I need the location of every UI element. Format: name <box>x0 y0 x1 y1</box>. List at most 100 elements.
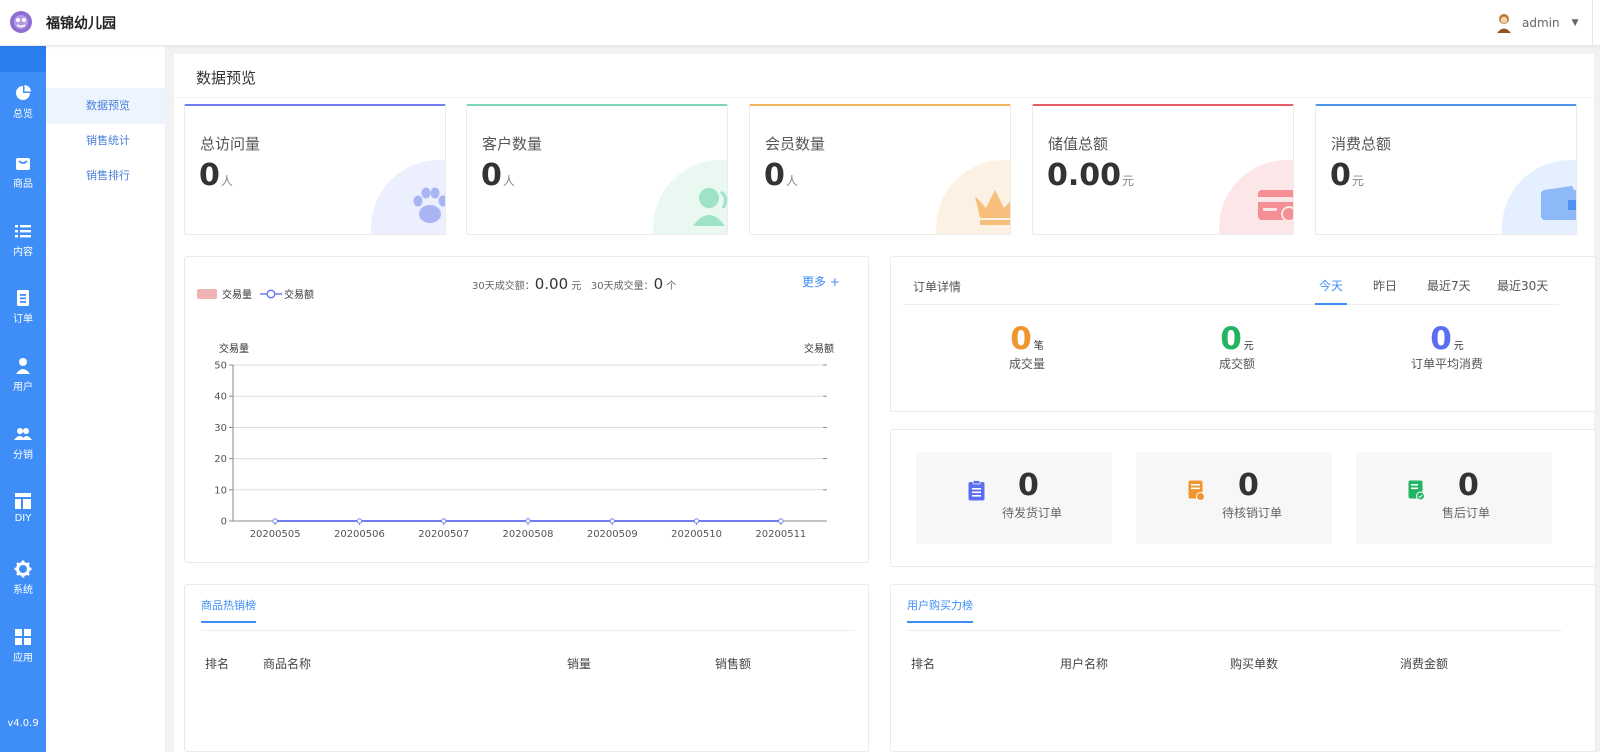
stat-label: 客户数量 <box>482 135 543 153</box>
pie-chart-icon <box>16 85 31 100</box>
version-label: v4.0.9 <box>7 718 39 729</box>
pending-shipment-box[interactable]: 0 待发货订单 <box>916 452 1112 544</box>
sidebar-item-label: 分销 <box>13 450 33 461</box>
stat-card-stored-value: 储值总额 0.00元 <box>1032 104 1294 235</box>
point-amount <box>441 518 447 524</box>
legend-swatch-volume <box>197 288 217 299</box>
pending-label: 待核销订单 <box>1222 506 1283 520</box>
y-tick-label: 10 <box>214 485 227 496</box>
stat-value: 0人 <box>764 158 798 193</box>
column-header-order-count: 购买单数 <box>1230 657 1279 671</box>
sidebar-item-label: 订单 <box>13 314 33 325</box>
sidebar-item-content[interactable]: 内容 <box>0 222 46 278</box>
x-tick-label: 20200510 <box>671 529 722 540</box>
pending-label: 售后订单 <box>1442 506 1491 520</box>
stat-value: 0人 <box>199 158 233 193</box>
sidebar-item-label: 内容 <box>13 247 33 258</box>
page-header: 数据预览 <box>174 54 1594 98</box>
sidebar-item-label: 系统 <box>13 585 33 596</box>
page-title: 数据预览 <box>196 69 257 87</box>
username: admin <box>1522 16 1560 30</box>
sidebar-item-users[interactable]: 用户 <box>0 357 46 413</box>
sidebar-item-distribution[interactable]: 分销 <box>0 425 46 481</box>
y-tick-label: 50 <box>214 361 227 372</box>
stat-value: 0元 <box>1330 158 1364 193</box>
pending-value: 0 <box>1018 468 1039 503</box>
pending-value: 0 <box>1458 468 1479 503</box>
y-tick-label: 20 <box>214 454 227 465</box>
legend-swatch-amount <box>260 288 282 299</box>
metric-average-order: 0元 订单平均消费 <box>1410 321 1483 371</box>
y-tick-label: 40 <box>214 392 227 403</box>
pending-verification-box[interactable]: 0 待核销订单 <box>1136 452 1332 544</box>
user-menu[interactable]: admin ▼ <box>1494 10 1579 36</box>
paw-icon <box>413 187 445 223</box>
column-header-sales-amount: 销售额 <box>715 657 752 671</box>
app-title: 福锦幼儿园 <box>46 16 116 32</box>
stat-label: 储值总额 <box>1048 135 1109 153</box>
pending-label: 待发货订单 <box>1002 506 1063 520</box>
subnav-item-data-preview[interactable]: 数据预览 <box>46 88 166 124</box>
trend-chart-panel: 交易量 交易额 30天成交额：0.00 元 30天成交量：0 个 更多 + 交易… <box>184 256 869 563</box>
stat-card-customers: 客户数量 0人 <box>466 104 728 235</box>
x-tick-label: 20200507 <box>418 529 469 540</box>
hot-products-panel: 商品热销榜 排名 商品名称 销量 销售额 <box>184 584 869 752</box>
x-tick-label: 20200506 <box>334 529 385 540</box>
x-tick-label: 20200508 <box>503 529 554 540</box>
pending-aftersale-box[interactable]: 0 售后订单 <box>1356 452 1552 544</box>
sidebar-item-products[interactable]: 商品 <box>0 154 46 210</box>
caret-down-icon: ▼ <box>1571 18 1579 28</box>
logo-icon <box>10 11 32 33</box>
stat-card-consumption: 消费总额 0元 <box>1315 104 1577 235</box>
stat-value: 0人 <box>481 158 515 193</box>
document-icon <box>17 290 29 306</box>
column-header-user-name: 用户名称 <box>1060 657 1109 671</box>
clipboard-icon <box>968 480 985 501</box>
shopping-bag-icon <box>16 158 30 170</box>
divider <box>201 630 855 631</box>
sidebar-item-diy[interactable]: DIY <box>0 492 46 548</box>
crown-icon <box>975 190 1010 225</box>
tab-today[interactable]: 今天 <box>1315 277 1348 305</box>
more-link[interactable]: 更多 + <box>802 273 840 290</box>
sidebar-item-system[interactable]: 系统 <box>0 560 46 616</box>
tab-last-7-days[interactable]: 最近7天 <box>1427 277 1471 305</box>
tab-hot-products[interactable]: 商品热销榜 <box>201 597 256 623</box>
sidebar-item-label: 商品 <box>13 179 33 190</box>
column-header-rank: 排名 <box>911 657 936 671</box>
user-icon <box>16 358 30 374</box>
sidebar-item-label: 用户 <box>13 382 33 393</box>
avatar <box>1497 14 1511 33</box>
point-amount <box>693 518 700 524</box>
pending-orders-panel: 0 待发货订单 0 待核销订单 0 售后订单 <box>890 429 1596 567</box>
tab-last-30-days[interactable]: 最近30天 <box>1497 277 1548 305</box>
stat-label: 消费总额 <box>1331 135 1392 153</box>
legend-label-amount: 交易额 <box>284 290 314 301</box>
divider <box>1592 0 1593 46</box>
aftersale-icon <box>1408 480 1425 501</box>
subnav-item-sales-stats[interactable]: 销售统计 <box>46 123 166 159</box>
sidebar-item-overview[interactable]: 总览 <box>0 84 46 140</box>
pending-value: 0 <box>1238 468 1259 503</box>
tab-buying-power[interactable]: 用户购买力榜 <box>907 597 973 623</box>
column-header-product-name: 商品名称 <box>263 657 312 671</box>
point-amount <box>609 518 615 524</box>
column-header-spend-amount: 消费金额 <box>1400 657 1449 671</box>
card-icon <box>1258 190 1293 222</box>
point-amount <box>778 518 784 524</box>
y-tick-label: 30 <box>214 423 227 434</box>
sidebar-item-apps[interactable]: 应用 <box>0 628 46 684</box>
gear-icon <box>14 560 32 578</box>
tab-yesterday[interactable]: 昨日 <box>1373 277 1397 305</box>
x-tick-label: 20200511 <box>755 529 806 540</box>
sub-nav: 数据预览 销售统计 销售排行 <box>46 46 166 752</box>
column-header-rank: 排名 <box>205 657 230 671</box>
grid-icon <box>15 629 31 645</box>
sidebar-item-orders[interactable]: 订单 <box>0 289 46 345</box>
stat-card-members: 会员数量 0人 <box>749 104 1011 235</box>
x-tick-label: 20200505 <box>250 529 301 540</box>
subnav-item-sales-ranking[interactable]: 销售排行 <box>46 158 166 194</box>
chart-legend: 交易量 交易额 <box>197 286 314 301</box>
point-amount <box>272 518 278 524</box>
sidebar-item-label: DIY <box>14 513 32 524</box>
